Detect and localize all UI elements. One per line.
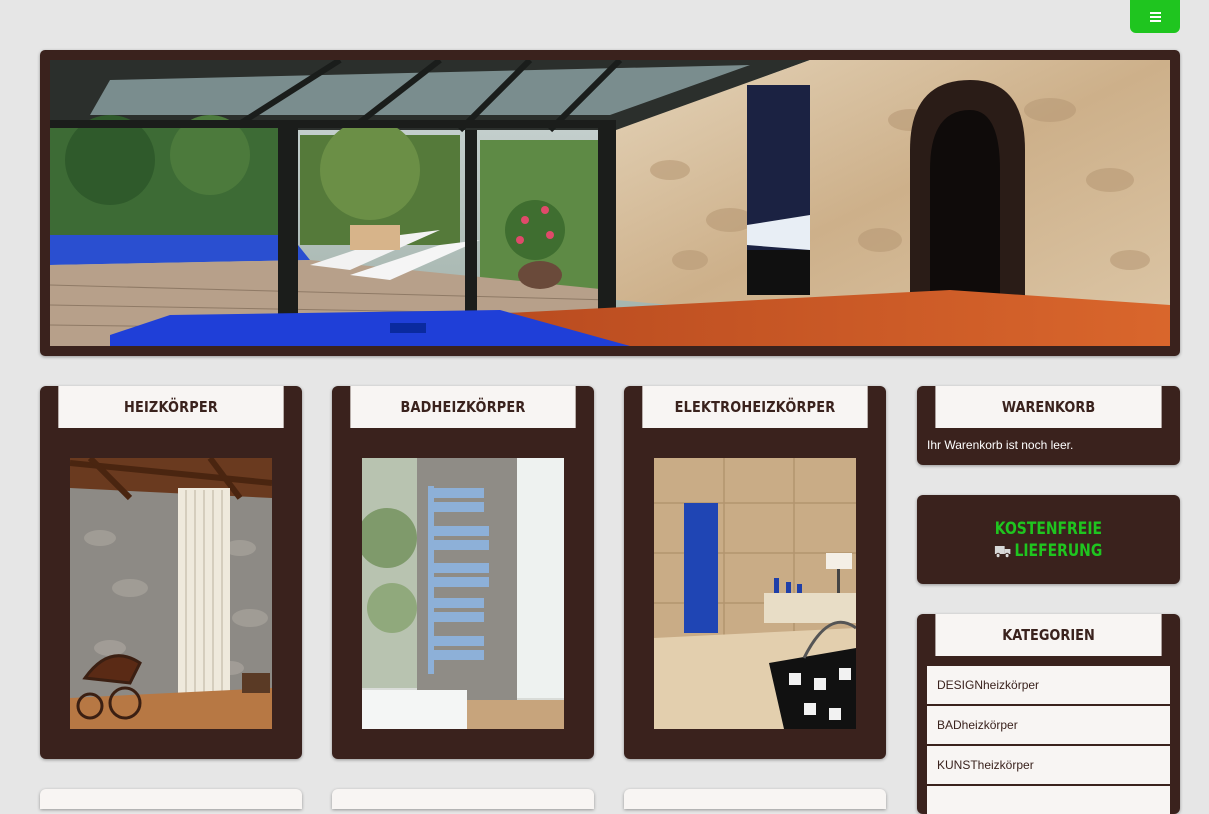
category-card-badheizkoerper[interactable]: BADHEIZKÖRPER xyxy=(332,386,594,759)
category-card-next-row[interactable] xyxy=(624,789,886,809)
card-title[interactable]: BADHEIZKÖRPER xyxy=(350,386,576,428)
category-link-kunst[interactable]: KUNSTheizkörper xyxy=(927,746,1170,784)
truck-icon xyxy=(994,545,1011,558)
badheizkoerper-image[interactable] xyxy=(362,458,564,729)
cart-empty-text: Ihr Warenkorb ist noch leer. xyxy=(927,438,1074,452)
categories-box: KATEGORIEN DESIGNheizkörper BADheizkörpe… xyxy=(917,614,1180,814)
free-delivery-line1: KOSTENFREIE xyxy=(994,518,1103,539)
category-card-next-row[interactable] xyxy=(40,789,302,809)
free-delivery-line2: LIEFERUNG xyxy=(1014,540,1103,561)
category-link-more[interactable] xyxy=(927,786,1170,814)
categories-list: DESIGNheizkörper BADheizkörper KUNSTheiz… xyxy=(917,656,1180,814)
category-card-next-row[interactable] xyxy=(332,789,594,809)
hero-image xyxy=(50,60,1170,346)
card-title[interactable]: ELEKTROHEIZKÖRPER xyxy=(642,386,868,428)
category-link-design[interactable]: DESIGNheizkörper xyxy=(927,666,1170,704)
cart-title[interactable]: WARENKORB xyxy=(935,386,1162,428)
category-link-bad[interactable]: BADheizkörper xyxy=(927,706,1170,744)
menu-button[interactable] xyxy=(1130,0,1180,33)
hero-banner xyxy=(40,50,1180,356)
free-delivery-banner[interactable]: KOSTENFREIE LIEFERUNG xyxy=(917,495,1180,584)
card-title[interactable]: HEIZKÖRPER xyxy=(58,386,284,428)
category-card-heizkoerper[interactable]: HEIZKÖRPER xyxy=(40,386,302,759)
heizkoerper-image[interactable] xyxy=(70,458,272,729)
hamburger-icon xyxy=(1149,11,1161,22)
category-card-elektroheizkoerper[interactable]: ELEKTROHEIZKÖRPER xyxy=(624,386,886,759)
categories-title[interactable]: KATEGORIEN xyxy=(935,614,1162,656)
cart-box: WARENKORB Ihr Warenkorb ist noch leer. xyxy=(917,386,1180,465)
elektroheizkoerper-image[interactable] xyxy=(654,458,856,729)
